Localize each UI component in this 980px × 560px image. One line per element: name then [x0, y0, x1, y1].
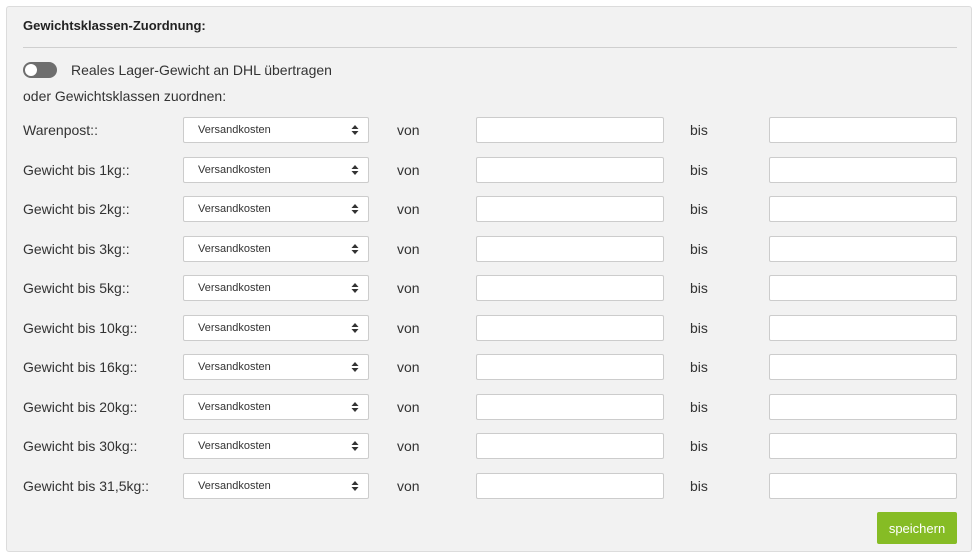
select-value: Versandkosten — [198, 440, 271, 452]
sort-arrows-icon — [351, 362, 359, 372]
weight-to-input[interactable] — [769, 433, 957, 459]
shipping-cost-select[interactable]: Versandkosten — [183, 473, 369, 499]
weight-class-label: Gewicht bis 1kg:: — [23, 162, 130, 178]
to-label: bis — [690, 280, 708, 296]
shipping-cost-select[interactable]: Versandkosten — [183, 275, 369, 301]
weight-from-input[interactable] — [476, 157, 664, 183]
weight-class-row: Gewicht bis 1kg:: Versandkosten von bis — [7, 157, 971, 183]
weight-class-label: Gewicht bis 3kg:: — [23, 241, 130, 257]
weight-class-row: Gewicht bis 30kg:: Versandkosten von bis — [7, 433, 971, 459]
weight-to-input[interactable] — [769, 117, 957, 143]
from-label: von — [397, 201, 420, 217]
select-value: Versandkosten — [198, 203, 271, 215]
weight-from-input[interactable] — [476, 473, 664, 499]
weight-from-input[interactable] — [476, 354, 664, 380]
dhl-weight-toggle-row: Reales Lager-Gewicht an DHL übertragen — [23, 62, 332, 78]
sort-arrows-icon — [351, 125, 359, 135]
from-label: von — [397, 438, 420, 454]
weight-class-row: Gewicht bis 3kg:: Versandkosten von bis — [7, 236, 971, 262]
to-label: bis — [690, 359, 708, 375]
toggle-knob — [25, 64, 37, 76]
from-label: von — [397, 122, 420, 138]
weight-from-input[interactable] — [476, 315, 664, 341]
select-value: Versandkosten — [198, 322, 271, 334]
weight-class-label: Gewicht bis 16kg:: — [23, 359, 138, 375]
divider — [23, 47, 957, 48]
save-button[interactable]: speichern — [877, 512, 957, 544]
shipping-cost-select[interactable]: Versandkosten — [183, 394, 369, 420]
weight-class-row: Gewicht bis 2kg:: Versandkosten von bis — [7, 196, 971, 222]
dhl-weight-toggle[interactable] — [23, 62, 57, 78]
sort-arrows-icon — [351, 244, 359, 254]
from-label: von — [397, 162, 420, 178]
shipping-cost-select[interactable]: Versandkosten — [183, 433, 369, 459]
sort-arrows-icon — [351, 441, 359, 451]
weight-to-input[interactable] — [769, 196, 957, 222]
sort-arrows-icon — [351, 481, 359, 491]
shipping-cost-select[interactable]: Versandkosten — [183, 354, 369, 380]
from-label: von — [397, 478, 420, 494]
from-label: von — [397, 320, 420, 336]
weight-from-input[interactable] — [476, 394, 664, 420]
weight-class-label: Gewicht bis 31,5kg:: — [23, 478, 150, 494]
select-value: Versandkosten — [198, 243, 271, 255]
weight-to-input[interactable] — [769, 394, 957, 420]
weight-class-row: Gewicht bis 10kg:: Versandkosten von bis — [7, 315, 971, 341]
sort-arrows-icon — [351, 323, 359, 333]
from-label: von — [397, 359, 420, 375]
weight-to-input[interactable] — [769, 315, 957, 341]
to-label: bis — [690, 122, 708, 138]
to-label: bis — [690, 241, 708, 257]
weight-from-input[interactable] — [476, 236, 664, 262]
weight-to-input[interactable] — [769, 157, 957, 183]
sort-arrows-icon — [351, 204, 359, 214]
weight-class-row: Gewicht bis 31,5kg:: Versandkosten von bis — [7, 473, 971, 499]
shipping-cost-select[interactable]: Versandkosten — [183, 117, 369, 143]
weight-class-row: Warenpost:: Versandkosten von bis — [7, 117, 971, 143]
sort-arrows-icon — [351, 165, 359, 175]
weight-class-row: Gewicht bis 5kg:: Versandkosten von bis — [7, 275, 971, 301]
weight-class-label: Gewicht bis 10kg:: — [23, 320, 138, 336]
toggle-label: Reales Lager-Gewicht an DHL übertragen — [71, 62, 332, 78]
from-label: von — [397, 399, 420, 415]
weight-from-input[interactable] — [476, 117, 664, 143]
weight-from-input[interactable] — [476, 196, 664, 222]
to-label: bis — [690, 201, 708, 217]
weight-to-input[interactable] — [769, 236, 957, 262]
assign-instruction: oder Gewichtsklassen zuordnen: — [23, 88, 227, 104]
from-label: von — [397, 280, 420, 296]
weight-class-label: Gewicht bis 20kg:: — [23, 399, 138, 415]
sort-arrows-icon — [351, 402, 359, 412]
weight-class-label: Gewicht bis 30kg:: — [23, 438, 138, 454]
shipping-cost-select[interactable]: Versandkosten — [183, 196, 369, 222]
to-label: bis — [690, 162, 708, 178]
weight-from-input[interactable] — [476, 433, 664, 459]
select-value: Versandkosten — [198, 164, 271, 176]
weight-class-label: Gewicht bis 5kg:: — [23, 280, 130, 296]
select-value: Versandkosten — [198, 282, 271, 294]
to-label: bis — [690, 438, 708, 454]
to-label: bis — [690, 399, 708, 415]
to-label: bis — [690, 320, 708, 336]
shipping-cost-select[interactable]: Versandkosten — [183, 157, 369, 183]
from-label: von — [397, 241, 420, 257]
weight-from-input[interactable] — [476, 275, 664, 301]
weight-class-panel: Gewichtsklassen-Zuordnung: Reales Lager-… — [6, 6, 972, 552]
sort-arrows-icon — [351, 283, 359, 293]
select-value: Versandkosten — [198, 124, 271, 136]
weight-class-row: Gewicht bis 20kg:: Versandkosten von bis — [7, 394, 971, 420]
to-label: bis — [690, 478, 708, 494]
weight-class-label: Warenpost:: — [23, 122, 98, 138]
weight-to-input[interactable] — [769, 354, 957, 380]
select-value: Versandkosten — [198, 401, 271, 413]
shipping-cost-select[interactable]: Versandkosten — [183, 315, 369, 341]
shipping-cost-select[interactable]: Versandkosten — [183, 236, 369, 262]
weight-to-input[interactable] — [769, 473, 957, 499]
select-value: Versandkosten — [198, 480, 271, 492]
weight-class-label: Gewicht bis 2kg:: — [23, 201, 130, 217]
panel-title: Gewichtsklassen-Zuordnung: — [23, 18, 206, 33]
weight-class-row: Gewicht bis 16kg:: Versandkosten von bis — [7, 354, 971, 380]
select-value: Versandkosten — [198, 361, 271, 373]
weight-to-input[interactable] — [769, 275, 957, 301]
